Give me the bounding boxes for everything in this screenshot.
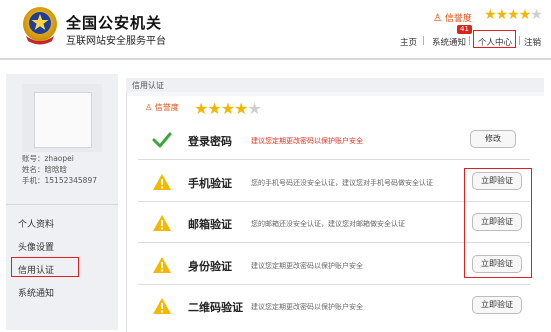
auth-row-description: 建议您定期更改密码以保护账户安全 (251, 137, 363, 145)
sidebar-item-profile[interactable]: 个人资料 (18, 217, 54, 230)
sidebar-divider (6, 204, 118, 205)
auth-row-description: 您的邮箱还没安全认证，建议您对邮箱做安全认证 (251, 220, 405, 228)
panel-credit-label: 信誉度 (154, 103, 179, 112)
police-emblem-icon (23, 7, 57, 45)
header-credit-label: 信誉度 (444, 14, 472, 24)
modify-password-button[interactable]: 修改 (470, 130, 516, 148)
nav-home-link[interactable]: 主页 (400, 36, 417, 48)
nav-separator: | (468, 36, 472, 46)
auth-row-title: 登录密码 (188, 135, 232, 148)
panel-stripe (126, 92, 544, 96)
star-icon: ★ (220, 99, 235, 118)
verify-buttons-highlight (464, 168, 532, 278)
nav-notifications-link[interactable]: 系统通知 (432, 36, 466, 48)
site-header: 全国公安机关 互联网站安全服务平台 ♙ 信誉度 ★★★★★ 41 主页 | 系统… (0, 0, 551, 62)
warning-icon (153, 215, 171, 231)
panel-border (126, 92, 127, 332)
row-divider (138, 159, 530, 160)
auth-row-title: 身份验证 (188, 260, 232, 273)
account-text: 账号：zhaopei (22, 154, 74, 163)
phone-text: 手机：15152345897 (22, 176, 97, 185)
warning-icon (153, 257, 171, 273)
star-empty-icon: ★ (247, 99, 261, 118)
star-icon: ★ (484, 7, 497, 23)
star-icon: ★ (495, 7, 509, 23)
star-icon: ★ (194, 99, 208, 118)
user-credit-icon: ♙ (145, 103, 153, 112)
user-center-highlight (473, 30, 516, 48)
user-credit-icon: ♙ (433, 13, 442, 24)
warning-icon (153, 298, 171, 314)
panel-header: 信用认证 (126, 78, 544, 92)
auth-row-title: 手机验证 (188, 177, 232, 190)
site-subtitle: 互联网站安全服务平台 (66, 36, 166, 47)
avatar[interactable] (34, 92, 92, 148)
auth-row-description: 建议您定期更改密码以保护账户安全 (251, 262, 363, 270)
site-title: 全国公安机关 (66, 14, 163, 32)
header-divider (0, 58, 551, 60)
avatar-frame (22, 84, 102, 152)
auth-row-description: 您的手机号码还没安全认证，建议您对手机号码做安全认证 (251, 179, 433, 187)
panel-title: 信用认证 (132, 81, 164, 90)
panel-star-rating: ★★★★★ (194, 99, 262, 118)
check-icon (152, 132, 172, 148)
star-icon: ★ (518, 7, 532, 23)
name-text: 姓名：晗晗晗 (22, 165, 67, 174)
header-star-rating: ★★★★★ (484, 7, 543, 23)
sidebar-item-notifications[interactable]: 系统通知 (18, 286, 54, 299)
sidebar-active-highlight (11, 257, 79, 277)
auth-row-login-password: 登录密码 建议您定期更改密码以保护账户安全 修改 (138, 120, 538, 160)
star-icon: ★ (207, 99, 221, 118)
star-icon: ★ (234, 99, 248, 118)
auth-row-title: 二维码验证 (188, 301, 243, 314)
auth-row-title: 邮箱验证 (188, 218, 232, 231)
header-credit: ♙ 信誉度 (433, 11, 472, 24)
panel-credit: ♙ 信誉度 (145, 102, 179, 113)
warning-icon (153, 174, 171, 190)
auth-row-qrcode: 二维码验证 建议您定期更改密码以保护账户安全 立即验证 (138, 286, 538, 326)
row-divider (138, 284, 530, 285)
auth-row-description: 建议您定期更改密码以保护账户安全 (251, 303, 363, 311)
verify-qrcode-button[interactable]: 立即验证 (472, 296, 522, 314)
star-icon: ★ (507, 7, 520, 23)
sidebar: 账号：zhaopei 姓名：晗晗晗 手机：15152345897 个人资料 头像… (6, 74, 118, 330)
nav-logout-link[interactable]: 注销 (524, 36, 541, 48)
sidebar-item-avatar-settings[interactable]: 头像设置 (18, 240, 54, 253)
star-empty-icon: ★ (530, 7, 543, 23)
message-count-badge[interactable]: 41 (457, 25, 472, 34)
nav-separator: | (422, 36, 426, 46)
nav-separator: | (518, 36, 522, 46)
